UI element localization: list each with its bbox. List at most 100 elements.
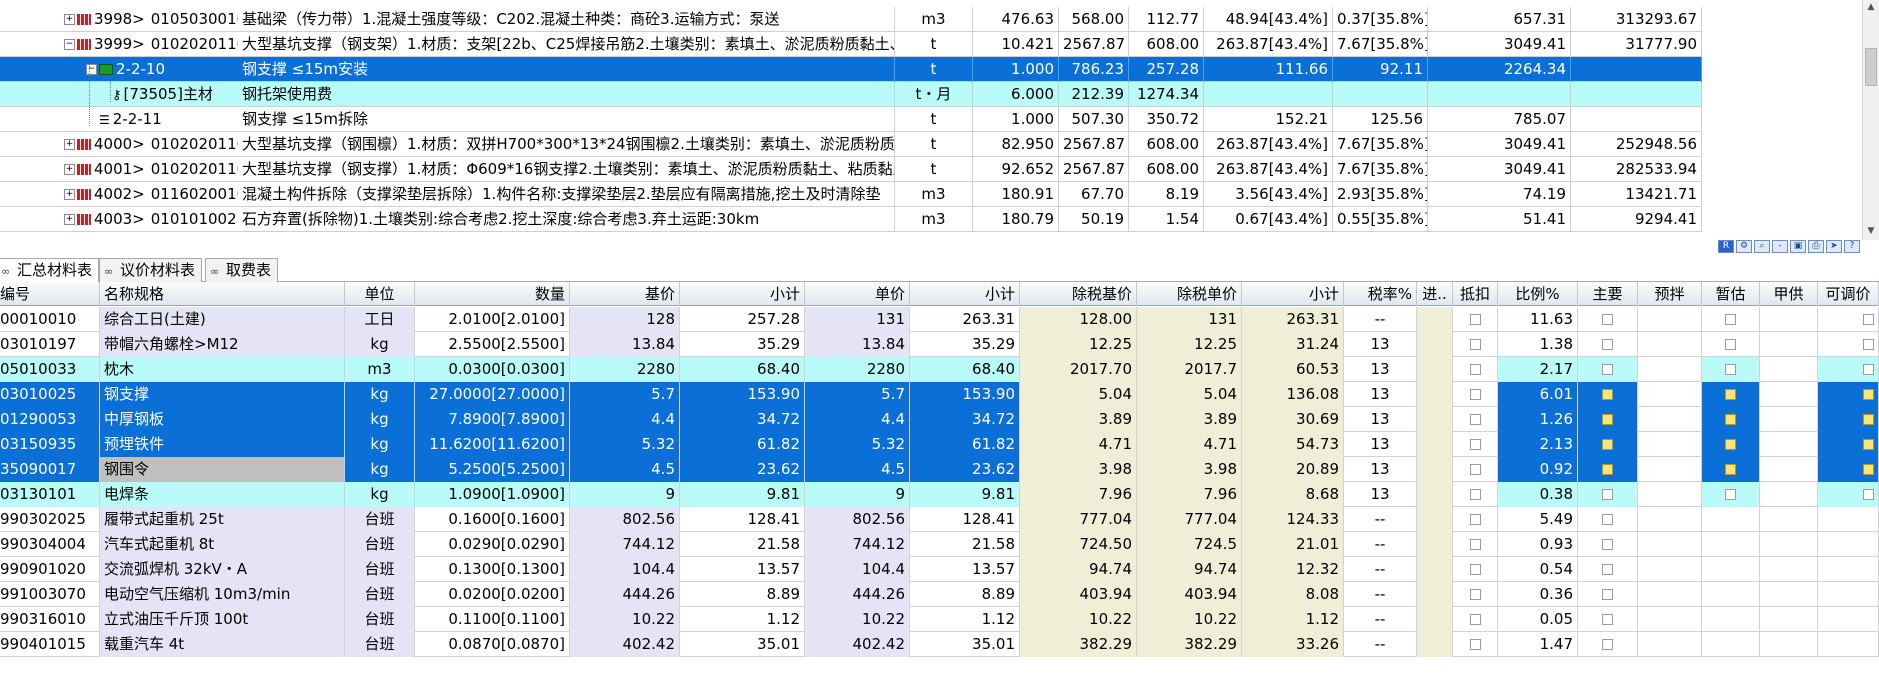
checkbox-cell-zangu[interactable] [1702,357,1760,382]
column-header[interactable]: 除税基价 [1020,282,1137,306]
checkbox-cell-zhuyao[interactable] [1578,307,1638,332]
checkbox-cell-zhuyao[interactable] [1578,607,1638,632]
checkbox-icon[interactable] [1863,464,1874,475]
checkbox-cell-zangu[interactable] [1702,407,1760,432]
checkbox-cell-zangu[interactable] [1702,632,1760,657]
column-header[interactable]: 可调价 [1818,282,1879,306]
save-icon[interactable]: ▣ [1790,240,1806,253]
tree-row[interactable]: ☰ 2-2-11 钢支撑 ≤15m拆除 t 1.000 507.30 350.72 152.2… [0,107,1702,132]
table-row[interactable]: 03150935 预埋铁件 kg 11.6200[11.6200] 5.32 61.82 5… [0,432,1879,457]
expand-icon[interactable]: + [64,139,75,150]
tree-row[interactable]: +4003> 01010100210石方弃置(拆除物)1.土壤类别:综合考虑2.挖… [0,207,1702,232]
checkbox-cell-dikou[interactable] [1453,332,1498,357]
checkbox-icon[interactable] [1602,314,1613,325]
checkbox-cell-zangu[interactable] [1702,607,1760,632]
checkbox-icon[interactable] [1469,439,1481,450]
upper-vertical-scrollbar[interactable]: ▲ ▼ [1862,0,1879,240]
table-row[interactable]: 990401015 载重汽车 4t 台班 0.0870[0.0870] 402.42 35… [0,632,1879,657]
checkbox-icon[interactable] [1863,389,1874,400]
table-row[interactable]: 03010197 带帽六角螺栓>M12 kg 2.5500[2.5500] 13.84 3… [0,332,1879,357]
checkbox-icon[interactable] [1602,564,1613,575]
checkbox-icon[interactable] [1602,589,1613,600]
checkbox-cell-ketiao[interactable] [1818,582,1879,607]
checkbox-cell-zhuyao[interactable] [1578,432,1638,457]
column-header[interactable]: 除税单价 [1137,282,1242,306]
column-header[interactable]: 抵扣 [1453,282,1498,306]
column-header[interactable]: 小计 [910,282,1020,306]
checkbox-cell-dikou[interactable] [1453,532,1498,557]
checkbox-cell-zhuyao[interactable] [1578,382,1638,407]
tab-fee-table[interactable]: ∞ 取费表 [205,258,279,282]
checkbox-icon[interactable] [1863,414,1874,425]
checkbox-cell-ketiao[interactable] [1818,632,1879,657]
checkbox-cell-dikou[interactable] [1453,407,1498,432]
checkbox-icon[interactable] [1469,614,1481,625]
checkbox-icon[interactable] [1602,489,1613,500]
checkbox-cell-ketiao[interactable] [1818,557,1879,582]
checkbox-icon[interactable] [1469,489,1481,500]
checkbox-icon[interactable] [1863,339,1874,350]
scroll-down-icon[interactable]: ▼ [1865,226,1877,236]
tree-row[interactable]: +4000> 01020201100大型基坑支撑（钢围檩）1.材质：双拼H700*… [0,132,1702,157]
checkbox-cell-dikou[interactable] [1453,607,1498,632]
checkbox-icon[interactable] [1602,414,1613,425]
checkbox-cell-ketiao[interactable] [1818,507,1879,532]
checkbox-icon[interactable] [1602,514,1613,525]
collapse-icon[interactable]: − [86,64,97,75]
checkbox-cell-zangu[interactable] [1702,557,1760,582]
checkbox-cell-dikou[interactable] [1453,307,1498,332]
checkbox-cell-dikou[interactable] [1453,557,1498,582]
checkbox-icon[interactable] [1602,439,1613,450]
checkbox-icon[interactable] [1725,364,1736,375]
checkbox-icon[interactable] [1602,389,1613,400]
checkbox-icon[interactable] [1469,414,1481,425]
checkbox-icon[interactable] [1469,639,1481,650]
tab-negotiated-materials[interactable]: ∞ 议价材料表 [99,258,203,282]
collapse-icon[interactable]: − [64,39,75,50]
column-header[interactable]: 名称规格 [100,282,345,306]
column-header[interactable]: 主要 [1578,282,1638,306]
checkbox-icon[interactable] [1863,489,1874,500]
checkbox-cell-zangu[interactable] [1702,332,1760,357]
checkbox-cell-zangu[interactable] [1702,432,1760,457]
table-row[interactable]: 03010025 钢支撑 kg 27.0000[27.0000] 5.7 153.90 5.… [0,382,1879,407]
print-icon[interactable]: ⎙ [1808,240,1824,253]
checkbox-cell-zhuyao[interactable] [1578,632,1638,657]
column-header[interactable]: 进.. [1417,282,1453,306]
checkbox-icon[interactable] [1725,464,1736,475]
checkbox-cell-dikou[interactable] [1453,507,1498,532]
checkbox-icon[interactable] [1725,439,1736,450]
checkbox-cell-zangu[interactable] [1702,382,1760,407]
column-header[interactable]: 税率% [1344,282,1417,306]
checkbox-cell-zangu[interactable] [1702,482,1760,507]
checkbox-icon[interactable] [1863,364,1874,375]
checkbox-cell-dikou[interactable] [1453,582,1498,607]
checkbox-cell-zhuyao[interactable] [1578,532,1638,557]
checkbox-cell-ketiao[interactable] [1818,332,1879,357]
search-icon[interactable]: ⌕ [1754,240,1770,253]
table-row[interactable]: 03130101 电焊条 kg 1.0900[1.0900] 9 9.81 9 9.81 7.9… [0,482,1879,507]
r-icon[interactable]: R [1718,240,1734,253]
checkbox-cell-dikou[interactable] [1453,432,1498,457]
checkbox-cell-zangu[interactable] [1702,457,1760,482]
checkbox-icon[interactable] [1725,389,1736,400]
table-row[interactable]: 35090017 钢围令 kg 5.2500[5.2500] 4.5 23.62 4.5 23… [0,457,1879,482]
column-header[interactable]: 小计 [1242,282,1344,306]
checkbox-cell-zangu[interactable] [1702,507,1760,532]
table-row[interactable]: 990304004 汽车式起重机 8t 台班 0.0290[0.0290] 744.12… [0,532,1879,557]
checkbox-icon[interactable] [1469,514,1481,525]
table-row[interactable]: 01290053 中厚钢板 kg 7.8900[7.8900] 4.4 34.72 4.4 3… [0,407,1879,432]
checkbox-icon[interactable] [1602,364,1613,375]
checkbox-icon[interactable] [1469,364,1481,375]
checkbox-cell-ketiao[interactable] [1818,382,1879,407]
checkbox-icon[interactable] [1469,314,1481,325]
tree-row[interactable]: +4001> 01020201100大型基坑支撑（钢支撑）1.材质：Φ609*16… [0,157,1702,182]
column-header[interactable]: 暂估 [1702,282,1760,306]
column-header[interactable]: 单位 [345,282,415,306]
table-row[interactable]: 05010033 枕木 m3 0.0300[0.0300] 2280 68.40 2280 6… [0,357,1879,382]
tab-summary-materials[interactable]: ∞ 汇总材料表 [0,258,100,283]
column-header[interactable]: 数量 [415,282,570,306]
table-row[interactable]: 990302025 履带式起重机 25t 台班 0.1600[0.1600] 802.5… [0,507,1879,532]
column-header[interactable]: 甲供 [1760,282,1818,306]
checkbox-icon[interactable] [1602,339,1613,350]
